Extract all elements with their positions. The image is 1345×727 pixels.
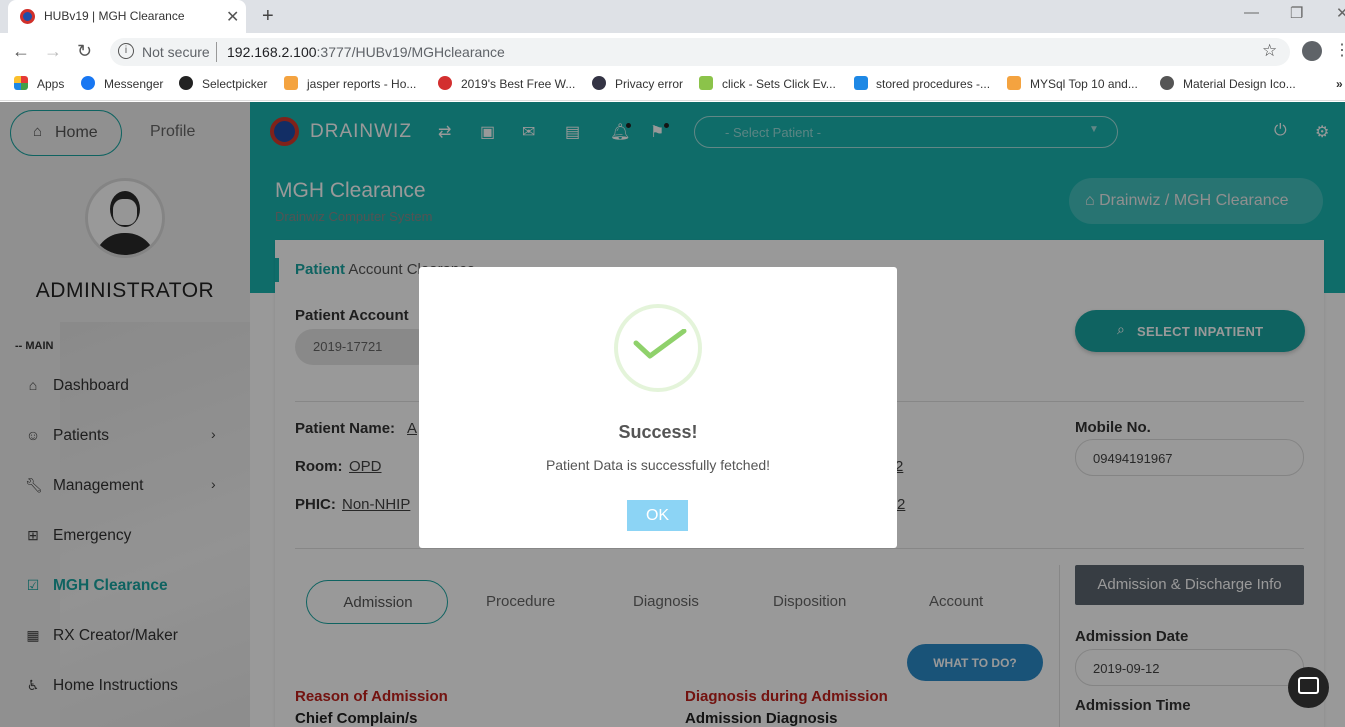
success-dialog: Success! Patient Data is successfully fe… (419, 267, 897, 548)
bookmark-best-free[interactable]: 2019's Best Free W... (461, 77, 575, 91)
restore-icon[interactable]: ❐ (1290, 4, 1303, 22)
github-icon (179, 76, 193, 90)
globe-icon (592, 76, 606, 90)
bookmarks-bar: Apps Messenger Selectpicker jasper repor… (0, 70, 1345, 101)
dialog-title: Success! (618, 422, 698, 442)
info-icon[interactable]: i (118, 43, 134, 59)
dialog-message: Patient Data is successfully fetched! (545, 457, 771, 473)
minimize-icon[interactable]: — (1244, 4, 1259, 21)
bookmark-selectpicker[interactable]: Selectpicker (202, 77, 267, 91)
bookmark-jasper[interactable]: jasper reports - Ho... (307, 77, 416, 91)
url-text[interactable]: 192.168.2.100:3777/HUBv19/MGHclearance (227, 44, 505, 60)
url-host: 192.168.2.100 (227, 44, 317, 60)
forward-icon[interactable]: → (44, 41, 62, 62)
bookmark-apps[interactable]: Apps (37, 77, 64, 91)
reload-icon[interactable]: ↻ (77, 41, 92, 62)
bookmark-star-icon[interactable]: ☆ (1262, 41, 1277, 61)
new-tab-icon[interactable]: + (262, 5, 274, 28)
apps-icon (14, 76, 28, 90)
ok-label: OK (645, 507, 670, 524)
bookmark-mysql[interactable]: MYSql Top 10 and... (1030, 77, 1138, 91)
ok-button[interactable]: OK (627, 500, 688, 531)
database-icon (854, 76, 868, 90)
favicon-icon (20, 9, 35, 24)
omnibox-divider (216, 42, 217, 62)
close-tab-icon[interactable]: ✕ (226, 7, 239, 27)
stackoverflow-icon (1007, 76, 1021, 90)
omnibox[interactable]: i Not secure 192.168.2.100:3777/HUBv19/M… (110, 38, 1290, 66)
site-icon (438, 76, 452, 90)
browser-tab[interactable]: HUBv19 | MGH Clearance ✕ (8, 0, 246, 33)
bookmarks-overflow[interactable]: » (1336, 77, 1343, 91)
globe-icon (1160, 76, 1174, 90)
bookmark-click[interactable]: click - Sets Click Ev... (722, 77, 836, 91)
click-icon (699, 76, 713, 90)
menu-icon[interactable]: ⋮ (1334, 40, 1345, 60)
chat-icon (1298, 677, 1319, 694)
bookmark-messenger[interactable]: Messenger (104, 77, 163, 91)
chat-button[interactable] (1288, 667, 1329, 708)
back-icon[interactable]: ← (12, 41, 30, 62)
bookmark-material-design[interactable]: Material Design Ico... (1183, 77, 1296, 91)
bookmark-stored-procedures[interactable]: stored procedures -... (876, 77, 990, 91)
success-check-icon (633, 329, 687, 359)
close-window-icon[interactable]: ✕ (1336, 4, 1345, 22)
tab-title: HUBv19 | MGH Clearance (44, 9, 185, 23)
security-label: Not secure (142, 44, 210, 60)
messenger-icon (81, 76, 95, 90)
profile-icon[interactable] (1302, 41, 1322, 61)
stackoverflow-icon (284, 76, 298, 90)
bookmark-privacy-error[interactable]: Privacy error (615, 77, 683, 91)
url-path: :3777/HUBv19/MGHclearance (316, 44, 505, 60)
browser-tab-strip: HUBv19 | MGH Clearance ✕ + — ❐ ✕ (0, 0, 1345, 33)
address-toolbar: ← → ↻ i Not secure 192.168.2.100:3777/HU… (0, 33, 1345, 70)
